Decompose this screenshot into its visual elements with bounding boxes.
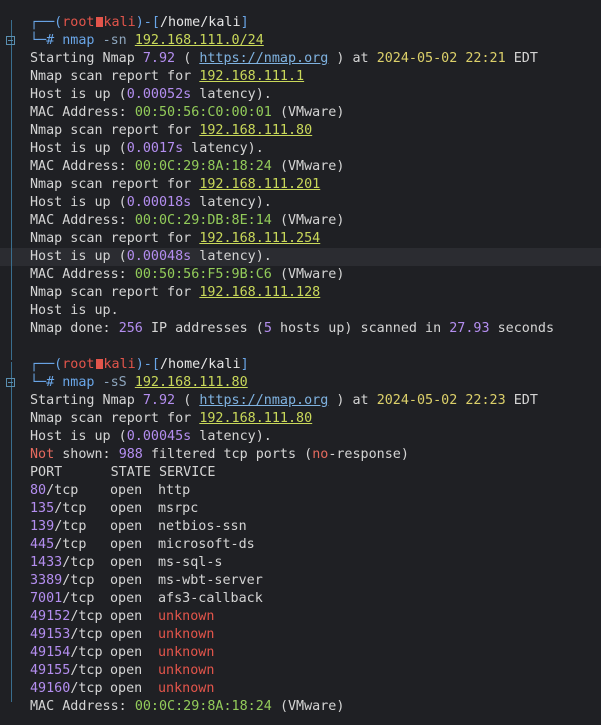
port-row: 80/tcp open http xyxy=(30,483,191,498)
output-line: Nmap scan report for 192.168.111.201 xyxy=(30,177,321,192)
port-row: 135/tcp open msrpc xyxy=(30,501,199,516)
nmap-link[interactable]: https://nmap.org xyxy=(199,51,328,66)
output-line: Starting Nmap 7.92 ( https://nmap.org ) … xyxy=(30,393,538,408)
port-row: 7001/tcp open afs3-callback xyxy=(30,591,263,606)
output-line: MAC Address: 00:50:56:F5:9B:C6 (VMware) xyxy=(30,267,345,282)
port-row: 49152/tcp open unknown xyxy=(30,609,215,624)
fold-toggle-icon[interactable] xyxy=(6,378,15,387)
fold-guide xyxy=(11,362,12,702)
nmap-link[interactable]: https://nmap.org xyxy=(199,393,328,408)
command-line[interactable]: └─# nmap -sn 192.168.111.0/24 xyxy=(30,32,264,50)
fold-toggle-icon[interactable] xyxy=(6,36,15,45)
output-line: MAC Address: 00:0C:29:8A:18:24 (VMware) xyxy=(30,699,345,714)
output-line: Host is up. xyxy=(30,303,119,318)
output-line: Host is up (0.00045s latency). xyxy=(30,429,272,444)
output-line: Not shown: 988 filtered tcp ports (no-re… xyxy=(30,447,409,462)
prompt-line: ┌──(root kali)-[/home/kali] xyxy=(30,357,249,372)
output-line: Nmap scan report for 192.168.111.128 xyxy=(30,285,321,300)
output-line: MAC Address: 00:0C:29:8A:18:24 (VMware) xyxy=(30,159,345,174)
output-line: Nmap scan report for 192.168.111.1 xyxy=(30,69,305,84)
port-row: 139/tcp open netbios-ssn xyxy=(30,519,247,534)
output-line: Nmap scan report for 192.168.111.80 xyxy=(30,411,313,426)
prompt-line: ┌──(root kali)-[/home/kali] xyxy=(30,15,249,30)
terminal-window[interactable]: ┌──(root kali)-[/home/kali] └─# nmap -sn … xyxy=(0,0,601,725)
port-row: 3389/tcp open ms-wbt-server xyxy=(30,573,263,588)
kali-skull-icon xyxy=(95,17,103,27)
command-line[interactable]: └─# nmap -sS 192.168.111.80 xyxy=(30,374,248,392)
port-row: 49160/tcp open unknown xyxy=(30,681,215,696)
output-line: Host is up (0.00048s latency). xyxy=(30,249,272,264)
port-row: 445/tcp open microsoft-ds xyxy=(30,537,255,552)
port-row: 49153/tcp open unknown xyxy=(30,627,215,642)
output-line: Host is up (0.0017s latency). xyxy=(30,141,264,156)
output-line: MAC Address: 00:50:56:C0:00:01 (VMware) xyxy=(30,105,345,120)
output-line: Nmap scan report for 192.168.111.254 xyxy=(30,231,321,246)
port-table-header: PORT STATE SERVICE xyxy=(30,465,216,480)
fold-guide xyxy=(11,20,12,360)
output-line: Starting Nmap 7.92 ( https://nmap.org ) … xyxy=(30,51,538,66)
port-row: 49154/tcp open unknown xyxy=(30,645,215,660)
output-line: Nmap scan report for 192.168.111.80 xyxy=(30,123,313,138)
port-row: 1433/tcp open ms-sql-s xyxy=(30,555,223,570)
output-line: Host is up (0.00052s latency). xyxy=(30,87,272,102)
output-line: Nmap done: 256 IP addresses (5 hosts up)… xyxy=(30,321,555,336)
port-row: 49155/tcp open unknown xyxy=(30,663,215,678)
output-line: Host is up (0.00018s latency). xyxy=(30,195,272,210)
kali-skull-icon xyxy=(95,359,103,369)
output-line: MAC Address: 00:0C:29:DB:8E:14 (VMware) xyxy=(30,213,345,228)
